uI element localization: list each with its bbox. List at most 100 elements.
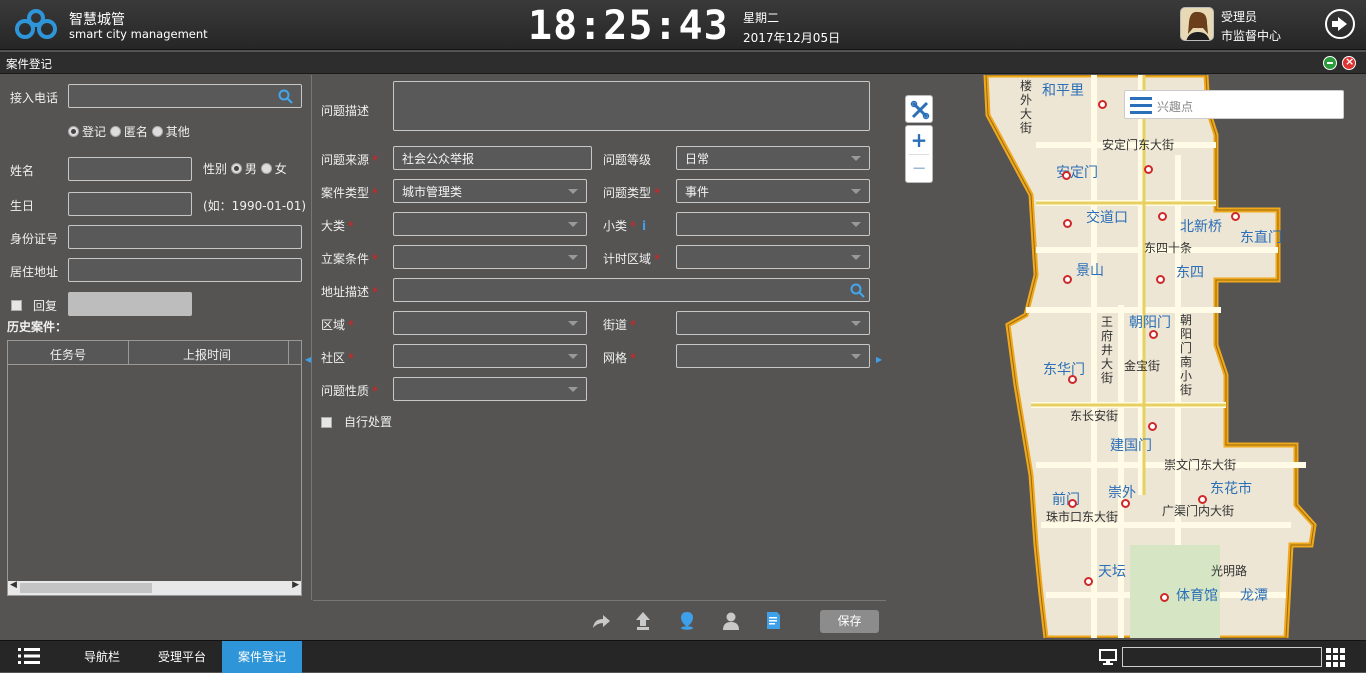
radio-other[interactable] [151,126,163,137]
chevron-down-icon [851,255,861,260]
map-marker[interactable] [1063,275,1072,284]
logout-button[interactable] [1325,9,1355,39]
map-marker[interactable] [1156,275,1165,284]
close-button[interactable]: × [1342,55,1356,70]
name-input[interactable] [68,157,192,181]
map-marker[interactable] [1149,330,1158,339]
zoom-in-button[interactable]: + [906,127,932,154]
tab-platform[interactable]: 受理平台 [146,641,218,673]
map-label-dongsi: 东四 [1176,265,1204,281]
table-scrollbar[interactable]: ◀ ▶ [8,580,301,595]
map-marker[interactable] [1098,100,1107,109]
map-marker[interactable] [1062,171,1071,180]
nature-label: 问题性质 * [321,384,379,398]
poi-search-box[interactable]: 兴趣点 [1124,90,1344,119]
radio-male[interactable] [230,163,242,174]
scroll-left-icon[interactable]: ◀ [10,580,17,590]
table-header: 任务号 上报时间 [8,341,301,365]
map-label-jiaodaokou: 交道口 [1086,210,1128,226]
grid-select[interactable] [676,344,870,368]
user-icon[interactable] [722,611,740,630]
desc-textarea[interactable] [393,81,870,131]
map-canvas[interactable] [886,75,1366,638]
map-panel[interactable]: 和平里 安定门 交道口 北新桥 东直门 景山 东四 朝阳门 东华门 建国门 前门… [886,75,1366,638]
map-marker[interactable] [1160,593,1169,602]
edit-document-icon[interactable] [766,611,784,630]
map-marker[interactable] [1121,499,1130,508]
major-label: 大类 * [321,219,355,233]
map-marker[interactable] [1084,577,1093,586]
birthday-input[interactable] [68,192,192,216]
radio-anonymous[interactable] [109,126,121,137]
map-street-label: 崇文门东大街 [1164,458,1237,472]
map-marker[interactable] [1158,212,1167,221]
map-marker[interactable] [1063,219,1072,228]
community-select[interactable] [393,344,587,368]
radio-register[interactable] [68,126,79,137]
logout-icon [1332,17,1347,31]
zoom-out-button[interactable]: − [906,155,932,182]
search-icon[interactable] [278,89,293,104]
map-marker[interactable] [1144,165,1153,174]
col-time[interactable]: 上报时间 [183,346,231,363]
map-street-label: 金宝街 [1124,359,1161,373]
brand-name: 智慧城管 [69,12,125,28]
expand-right-icon[interactable]: ▶ [876,355,882,364]
reply-input[interactable] [68,292,192,316]
radio-female[interactable] [260,163,272,174]
tab-case-register[interactable]: 案件登记 [222,641,302,673]
col-task[interactable]: 任务号 [50,346,86,363]
minor-select[interactable] [676,212,870,236]
map-label-jingshan: 景山 [1076,263,1104,279]
history-label: 历史案件： [7,320,68,334]
search-icon[interactable] [850,283,865,298]
avatar [1180,7,1214,41]
source-select[interactable]: 社会公众举报 [393,146,592,170]
district-label: 区域 * [321,318,355,332]
phone-input[interactable] [68,84,302,108]
timing-select[interactable] [676,245,870,269]
menu-icon[interactable] [1130,97,1152,114]
info-icon[interactable]: i [642,219,646,233]
minor-label: 小类 * i [603,219,647,233]
case-type-select[interactable]: 城市管理类 [393,179,587,203]
nature-select[interactable] [393,377,587,401]
major-select[interactable] [393,212,587,236]
chevron-down-icon [568,387,578,392]
filing-select[interactable] [393,245,587,269]
self-handle-checkbox[interactable] [321,417,332,428]
list-menu-icon[interactable] [18,647,40,665]
reply-checkbox[interactable] [11,300,22,311]
scroll-right-icon[interactable]: ▶ [292,580,299,590]
map-tools-button[interactable] [905,95,933,123]
map-marker[interactable] [1198,495,1207,504]
date: 2017年12月05日 [743,31,841,45]
collapse-left-icon[interactable]: ◀ [305,355,311,364]
tab-navigation[interactable]: 导航栏 [70,641,134,673]
taskbar-input[interactable] [1122,647,1322,667]
map-street-label: 东长安街 [1070,409,1119,423]
address-input[interactable] [68,258,302,282]
map-marker[interactable] [1068,499,1077,508]
scroll-thumb[interactable] [20,583,152,593]
id-input[interactable] [68,225,302,249]
chevron-down-icon [851,156,861,161]
map-marker[interactable] [1068,375,1077,384]
grid-apps-icon[interactable] [1326,648,1345,667]
monitor-icon[interactable] [1099,649,1117,665]
addr-desc-input[interactable] [393,278,870,302]
reply-label: 回复 [33,299,58,313]
map-marker[interactable] [1231,212,1240,221]
timing-label: 计时区域 * [603,252,661,266]
district-select[interactable] [393,311,587,335]
level-select[interactable]: 日常 [676,146,870,170]
map-label-dongzhimen: 东直门 [1240,230,1282,246]
problem-type-select[interactable]: 事件 [676,179,870,203]
location-icon[interactable] [679,611,695,630]
map-marker[interactable] [1148,422,1157,431]
upload-icon[interactable] [635,611,651,630]
street-select[interactable] [676,311,870,335]
forward-icon[interactable] [591,613,611,629]
save-button[interactable]: 保存 [820,610,879,633]
minimize-button[interactable] [1323,56,1337,70]
